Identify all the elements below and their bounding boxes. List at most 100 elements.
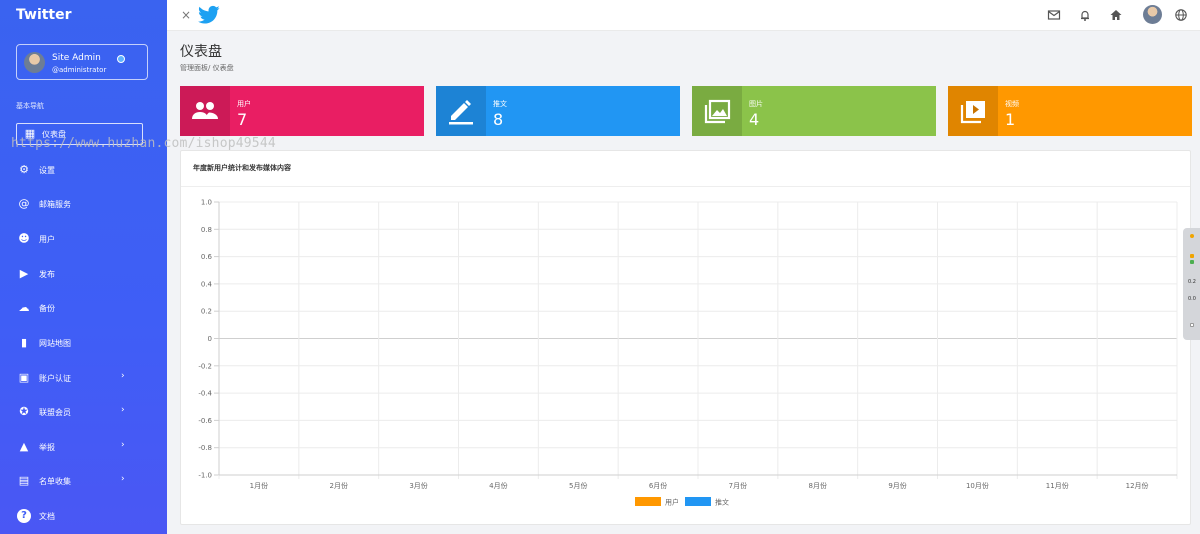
stat-value: 1: [1005, 110, 1016, 129]
sidebar-item[interactable]: ☻ 用户: [16, 228, 143, 250]
edit-icon: [449, 100, 473, 125]
y-tick-label: 0.6: [201, 253, 213, 261]
twitter-bird-icon[interactable]: [198, 5, 220, 25]
sidebar-item-label: 名单收集: [39, 477, 71, 486]
user-avatar: [24, 52, 45, 73]
x-tick-label: 9月份: [888, 481, 906, 490]
y-tick-label: -1.0: [198, 472, 212, 480]
y-tick-label: 0.8: [201, 226, 212, 234]
x-tick-label: 11月份: [1046, 481, 1069, 490]
sidebar-item-label: 文档: [39, 512, 55, 521]
sidebar-item[interactable]: ? 文档: [16, 505, 143, 527]
map-icon: ▮: [20, 336, 28, 349]
breadcrumb[interactable]: 管理面板/ 仪表盘: [180, 63, 234, 73]
sidebar-item[interactable]: ▮ 网站地图: [16, 332, 143, 354]
stat-card[interactable]: 用户 7: [180, 86, 424, 136]
chart-svg: 1.0 0.8 0.6 0.4 0.2 0 -0.2 -0.4 -0.6 -0.8 -1.0 1月份 2…: [198, 199, 1178, 507]
user-name: Site Admin: [52, 53, 101, 63]
close-icon[interactable]: ×: [181, 8, 191, 22]
x-tick-label: 3月份: [409, 481, 427, 490]
sidebar-item-label: 账户认证: [39, 374, 71, 383]
chevron-right-icon: ›: [121, 371, 125, 381]
sidebar-item-label: 网站地图: [39, 339, 71, 348]
x-tick-label: 8月份: [809, 481, 827, 490]
avatar[interactable]: [1143, 5, 1162, 24]
help-icon: ?: [17, 509, 31, 523]
x-tick-label: 12月份: [1126, 481, 1149, 490]
chevron-right-icon: ›: [121, 405, 125, 415]
sidebar-item[interactable]: ▤ 名单收集 ›: [16, 470, 143, 492]
stat-label: 图片: [749, 100, 763, 108]
stat-label: 用户: [237, 100, 251, 108]
x-tick-label: 5月份: [569, 481, 587, 490]
y-tick-label: 1.0: [201, 199, 212, 207]
widget-value: 0.0: [1188, 296, 1196, 302]
stat-label: 推文: [493, 100, 507, 108]
sidebar-item-label: 邮箱服务: [39, 200, 71, 209]
mail-icon[interactable]: [1047, 8, 1061, 22]
stat-value: 4: [749, 110, 760, 129]
globe-icon[interactable]: [1174, 8, 1188, 22]
y-tick-label: 0: [208, 335, 212, 343]
sidebar-item[interactable]: ▶ 发布: [16, 263, 143, 285]
sidebar-item[interactable]: ▲ 举报 ›: [16, 436, 143, 458]
stat-card[interactable]: 推文 8: [436, 86, 680, 136]
x-tick-label: 4月份: [489, 481, 507, 490]
y-tick-label: -0.6: [198, 417, 212, 425]
verify-icon: ▣: [18, 371, 30, 384]
image-icon: [704, 99, 731, 124]
legend-label: 用户: [665, 498, 679, 507]
user-card[interactable]: Site Admin @administrator: [16, 44, 148, 80]
legend-swatch: [685, 497, 711, 506]
stat-icon-box: [692, 86, 742, 136]
sidebar-item-label: 备份: [39, 304, 55, 313]
y-tick-label: -0.2: [198, 362, 212, 370]
sidebar-item[interactable]: ☁ 备份: [16, 297, 143, 319]
legend-swatch: [635, 497, 661, 506]
stat-icon-box: [436, 86, 486, 136]
bell-icon[interactable]: [1078, 8, 1092, 22]
y-tick-label: 0.2: [201, 308, 212, 316]
widget-bar-icon: [1190, 260, 1194, 264]
warning-icon: ▲: [19, 440, 29, 453]
sidebar-item[interactable]: @ 邮箱服务: [16, 193, 143, 215]
at-icon: @: [18, 197, 30, 210]
cloud-upload-icon: ☁: [18, 301, 30, 314]
stat-icon-box: [948, 86, 998, 136]
stat-label: 视频: [1005, 100, 1019, 108]
x-tick-label: 2月份: [330, 481, 348, 490]
brand-title[interactable]: Twitter: [16, 7, 72, 23]
sidebar-item-label: 举报: [39, 443, 55, 452]
x-tick-label: 1月份: [250, 481, 268, 490]
stat-value: 8: [493, 110, 504, 129]
stat-icon-box: [180, 86, 230, 136]
user-handle: @administrator: [52, 66, 107, 74]
sidebar-item-label: 联盟会员: [39, 408, 71, 417]
affiliate-icon: ✪: [19, 405, 29, 418]
home-icon[interactable]: [1109, 8, 1123, 22]
topbar: ×: [167, 0, 1200, 31]
sidebar: Twitter Site Admin @administrator 基本导航 ▦…: [0, 0, 167, 534]
gear-icon: ⚙: [19, 163, 29, 176]
chevron-right-icon: ›: [121, 440, 125, 450]
legend-label: 推文: [715, 498, 729, 507]
nav-section-label: 基本导航: [16, 102, 44, 110]
verified-badge-icon: [117, 55, 125, 63]
widget-dot-icon: [1190, 234, 1194, 238]
floating-widget[interactable]: 0.2 0.0: [1183, 228, 1200, 340]
chart-panel: 年度新用户统计和发布媒体内容 1.0 0.8 0.6 0.4 0.2 0 -0.2 -0.4-…: [180, 150, 1191, 525]
widget-value: 0.2: [1188, 279, 1196, 285]
stat-card[interactable]: 图片 4: [692, 86, 936, 136]
user-face-icon: ☻: [18, 232, 30, 245]
watermark-text: https://www.huzhan.com/ishop49544: [11, 136, 276, 151]
sidebar-item[interactable]: ⚙ 设置: [16, 159, 143, 181]
sidebar-item-label: 发布: [39, 270, 55, 279]
sidebar-item[interactable]: ✪ 联盟会员 ›: [16, 401, 143, 423]
stat-card[interactable]: 视频 1: [948, 86, 1192, 136]
sidebar-item-label: 设置: [39, 166, 55, 175]
sidebar-item-label: 用户: [39, 235, 55, 244]
publish-icon: ▶: [19, 267, 29, 280]
video-icon: [960, 101, 985, 124]
sidebar-item[interactable]: ▣ 账户认证 ›: [16, 367, 143, 389]
y-tick-label: -0.8: [198, 444, 212, 452]
